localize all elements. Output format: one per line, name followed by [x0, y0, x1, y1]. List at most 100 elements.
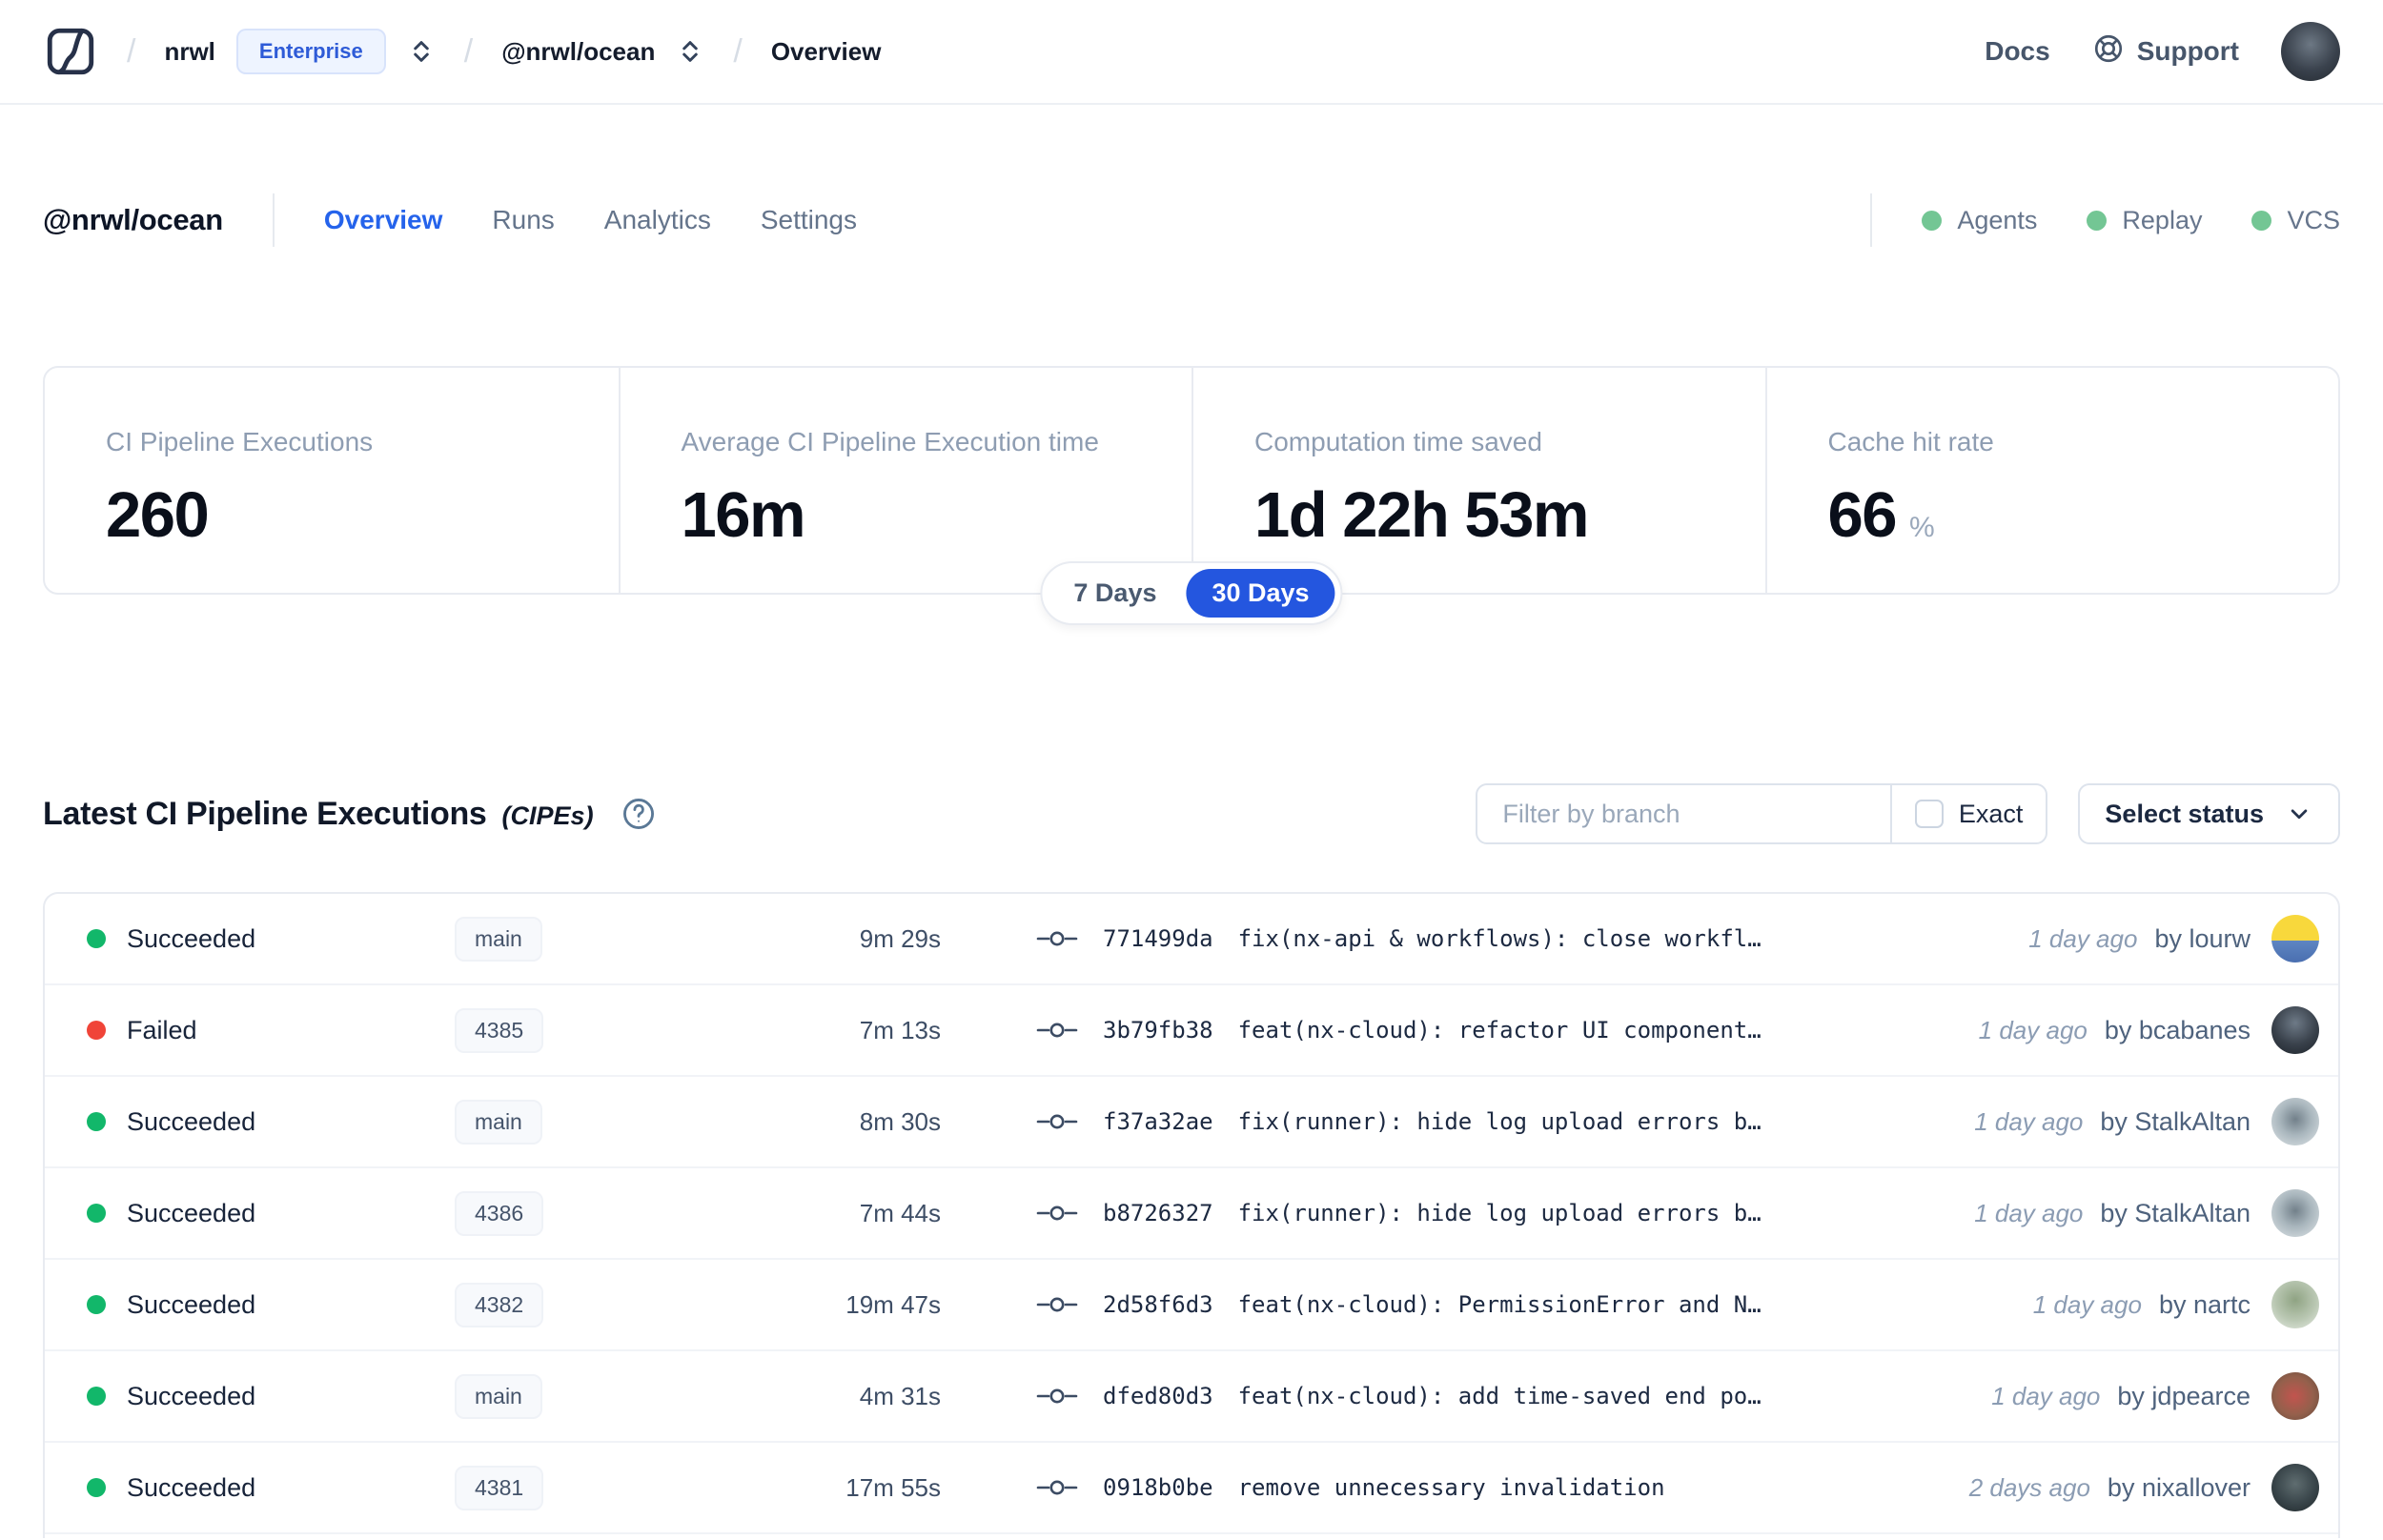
table-row[interactable]: Succeeded main 9m 29s 771499da fix(nx-ap… [45, 894, 2338, 985]
meta-cell: 1 day ago by jdpearce [1991, 1372, 2338, 1420]
status-dot [87, 1387, 106, 1406]
org-switcher-icon[interactable] [407, 37, 436, 66]
divider [272, 193, 275, 247]
cipes-header: Latest CI Pipeline Executions (CIPEs) Ex… [43, 783, 2340, 844]
commit-message: fix(runner): hide log upload errors b… [1237, 1108, 1762, 1135]
nx-cloud-logo-icon[interactable] [43, 24, 98, 79]
top-bar: / nrwl Enterprise / @nrwl/ocean / Overvi… [0, 0, 2383, 105]
tab-overview[interactable]: Overview [324, 205, 443, 235]
commit-icon [1036, 1111, 1078, 1132]
branch-badge: 4382 [455, 1282, 544, 1327]
workspace-tabs: Overview Runs Analytics Settings [324, 205, 857, 235]
avatar [2271, 1098, 2319, 1145]
feature-vcs[interactable]: VCS [2251, 206, 2340, 235]
table-row[interactable]: Succeeded main 4m 31s dfed80d3 feat(nx-c… [45, 1351, 2338, 1443]
commit-message: feat(nx-cloud): PermissionError and N… [1237, 1291, 1762, 1318]
avatar [2271, 1281, 2319, 1328]
status-cell: Succeeded [45, 1107, 455, 1137]
avatar [2271, 1372, 2319, 1420]
tab-analytics[interactable]: Analytics [604, 205, 711, 235]
meta-cell: 2 days ago by nixallover [1969, 1464, 2338, 1511]
branch-cell: 4381 [455, 1465, 703, 1510]
table-row[interactable]: Succeeded 4381 17m 55s 0918b0be remove u… [45, 1443, 2338, 1534]
branch-cell: 4385 [455, 1007, 703, 1053]
breadcrumb: / nrwl Enterprise / @nrwl/ocean / Overvi… [43, 24, 881, 79]
avatar [2271, 1006, 2319, 1054]
table-row[interactable]: Failed 4385 7m 13s 3b79fb38 feat(nx-clou… [45, 985, 2338, 1077]
page: / nrwl Enterprise / @nrwl/ocean / Overvi… [0, 0, 2383, 1540]
duration-label: 8m 30s [859, 1106, 941, 1136]
status-cell: Succeeded [45, 1382, 455, 1411]
stat-cache-hit-rate: Cache hit rate 66% [1764, 368, 2339, 593]
status-label: Succeeded [127, 1198, 256, 1227]
commit-icon [1036, 928, 1078, 949]
meta-cell: 1 day ago by lourw [2028, 915, 2338, 962]
commit-icon [1036, 1294, 1078, 1315]
status-label: Succeeded [127, 1381, 256, 1410]
duration-label: 17m 55s [845, 1472, 941, 1502]
time-ago-label: 1 day ago [1978, 1015, 2088, 1044]
help-icon[interactable] [621, 796, 657, 832]
commit-icon [1036, 1386, 1078, 1407]
status-dot [87, 1021, 106, 1040]
commit-hash: dfed80d3 [1103, 1383, 1213, 1409]
workspace-switcher-icon[interactable] [676, 37, 704, 66]
range-option-30-days[interactable]: 30 Days [1186, 569, 1335, 618]
workspace-features: Agents Replay VCS [1870, 193, 2340, 247]
range-option-7-days[interactable]: 7 Days [1048, 569, 1182, 618]
feature-agents[interactable]: Agents [1922, 206, 2037, 235]
stat-computation-time-saved: Computation time saved 1d 22h 53m [1192, 368, 1765, 593]
author-label: by StalkAltan [2100, 1198, 2251, 1227]
branch-filter-input[interactable] [1477, 785, 1890, 842]
status-label: Failed [127, 1015, 197, 1044]
stat-value: 16m [681, 479, 806, 551]
feature-replay-label: Replay [2122, 205, 2203, 234]
meta-cell: 1 day ago by StalkAltan [1974, 1098, 2338, 1145]
top-nav: Docs Support [1985, 22, 2340, 81]
status-cell: Succeeded [45, 1473, 455, 1503]
cipes-title-group: Latest CI Pipeline Executions (CIPEs) [43, 796, 657, 833]
table-row[interactable]: Succeeded main 8m 30s f37a32ae fix(runne… [45, 1077, 2338, 1168]
status-dot [87, 929, 106, 948]
commit-message: feat(nx-cloud): refactor UI component… [1237, 1017, 1762, 1044]
commit-icon [1036, 1477, 1078, 1498]
table-row[interactable]: Succeeded 4386 7m 44s b8726327 fix(runne… [45, 1168, 2338, 1260]
branch-cell: main [455, 916, 703, 962]
avatar [2271, 915, 2319, 962]
feature-vcs-label: VCS [2287, 205, 2340, 234]
support-link[interactable]: Support [2092, 32, 2239, 71]
exact-toggle: Exact [1889, 785, 2047, 842]
workspace-title: @nrwl/ocean [43, 203, 223, 236]
commit-message: feat(nx-cloud): add time-saved end po… [1237, 1383, 1762, 1409]
meta-cell: 1 day ago by nartc [2033, 1281, 2338, 1328]
breadcrumb-org[interactable]: nrwl [164, 37, 214, 67]
date-range-toggle: 7 Days 30 Days [1040, 561, 1343, 625]
status-cell: Succeeded [45, 924, 455, 954]
duration-label: 7m 44s [859, 1198, 941, 1227]
table-row[interactable]: Succeeded 4382 19m 47s 2d58f6d3 feat(nx-… [45, 1260, 2338, 1351]
time-ago-label: 1 day ago [1974, 1106, 2084, 1136]
breadcrumb-separator: / [463, 32, 474, 70]
select-status-button[interactable]: Select status [2078, 783, 2340, 844]
branch-badge: main [455, 1099, 542, 1145]
status-label: Succeeded [127, 923, 256, 953]
tab-runs[interactable]: Runs [492, 205, 554, 235]
feature-replay[interactable]: Replay [2087, 206, 2202, 235]
status-label: Succeeded [127, 1106, 256, 1136]
stat-unit: % [1909, 512, 1935, 543]
docs-link[interactable]: Docs [1985, 36, 2049, 67]
tab-settings[interactable]: Settings [761, 205, 857, 235]
commit-cell: 3b79fb38 feat(nx-cloud): refactor UI com… [1036, 1017, 1979, 1044]
author-label: by nixallover [2107, 1472, 2251, 1502]
commit-message: fix(nx-api & workflows): close workfl… [1237, 925, 1762, 952]
stat-label: CI Pipeline Executions [106, 427, 374, 456]
breadcrumb-workspace[interactable]: @nrwl/ocean [501, 37, 655, 67]
status-cell: Succeeded [45, 1199, 455, 1228]
status-cell: Failed [45, 1016, 455, 1045]
branch-badge: 4381 [455, 1465, 544, 1510]
stat-value: 260 [106, 479, 210, 551]
time-ago-label: 1 day ago [1974, 1198, 2084, 1227]
exact-checkbox[interactable] [1914, 800, 1944, 828]
commit-cell: dfed80d3 feat(nx-cloud): add time-saved … [1036, 1383, 1991, 1409]
user-avatar[interactable] [2281, 22, 2340, 81]
